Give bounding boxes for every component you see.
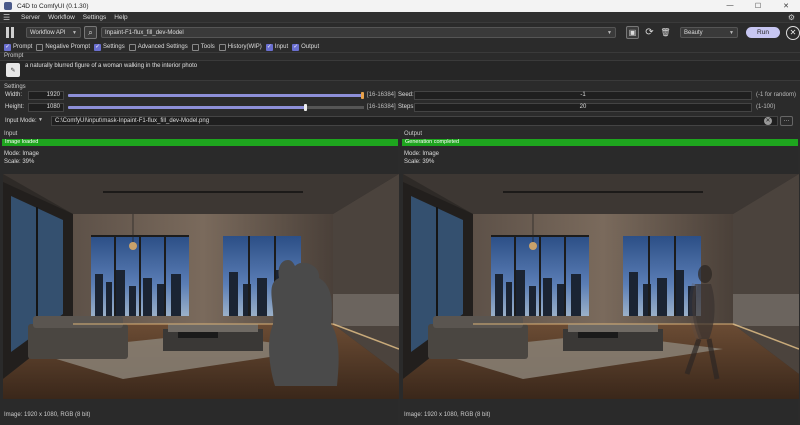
- seed-label: Seed:: [398, 92, 414, 98]
- height-slider-thumb[interactable]: [304, 104, 307, 111]
- width-input[interactable]: 1920: [28, 91, 64, 100]
- prompt-text: a naturally blurred figure of a woman wa…: [25, 63, 198, 69]
- width-range: [16-16384]: [367, 92, 396, 98]
- input-path-field[interactable]: C:\ComfyUI\input\mask-Inpaint-F1-flux_fi…: [51, 116, 778, 126]
- input-scale-text: Scale: 39%: [4, 159, 35, 165]
- app-icon: [4, 2, 12, 10]
- input-mode-text: Mode: Image: [4, 151, 40, 157]
- prompt-enhance-icon[interactable]: ✎: [6, 63, 20, 77]
- seed-hint: (-1 for random): [756, 92, 797, 98]
- checkbox-input[interactable]: ✓ Input: [265, 43, 289, 51]
- input-image[interactable]: [3, 174, 399, 399]
- folder-search-icon[interactable]: ⌕: [84, 26, 97, 39]
- refresh-icon[interactable]: ⟳: [643, 26, 656, 39]
- checkbox-box: [128, 43, 136, 51]
- checkbox-advanced-settings[interactable]: Advanced Settings: [128, 43, 188, 51]
- checkbox-label: Negative Prompt: [45, 44, 91, 50]
- width-slider[interactable]: [68, 92, 364, 99]
- output-panel: Output Generation completed Mode: Image …: [400, 130, 799, 425]
- checkbox-box: [218, 43, 226, 51]
- menu-help[interactable]: Help: [114, 14, 127, 21]
- close-window-button[interactable]: ✕: [772, 2, 800, 10]
- steps-label: Steps:: [398, 104, 416, 110]
- checkbox-label: Output: [301, 44, 320, 50]
- checkbox-label: Tools: [200, 44, 215, 50]
- checkbox-label: Advanced Settings: [137, 44, 188, 50]
- save-icon[interactable]: ▣: [626, 26, 639, 39]
- checkbox-label: Settings: [103, 44, 125, 50]
- workflow-name-value: Inpaint-F1-flux_fill_dev-Model: [105, 29, 184, 36]
- checkbox-box: ✓: [292, 43, 300, 51]
- settings-row-height: Height: 1080 [16-16384] Steps: 20 (1-100…: [0, 103, 800, 112]
- checkbox-box: [191, 43, 199, 51]
- gear-icon[interactable]: ⚙: [788, 13, 795, 22]
- window-title: C4D to ComfyUI (0.1.30): [17, 2, 89, 10]
- workflow-type-select[interactable]: Workflow API ▼: [26, 27, 81, 38]
- input-image-caption: Image: 1920 x 1080, RGB (8 bit): [4, 412, 91, 418]
- checkbox-label: Prompt: [13, 44, 33, 50]
- output-scale-text: Scale: 39%: [404, 159, 435, 165]
- output-panel-label: Output: [404, 131, 423, 137]
- clear-icon[interactable]: ✕: [764, 117, 772, 125]
- checkbox-tools[interactable]: Tools: [191, 43, 215, 51]
- dropdown-arrow-icon[interactable]: ▼: [38, 117, 43, 123]
- checkbox-prompt[interactable]: ✓ Prompt: [4, 43, 33, 51]
- dropdown-arrow-icon: ▼: [72, 29, 77, 36]
- toolbar: Workflow API ▼ ⌕ Inpaint-F1-flux_fill_de…: [0, 24, 800, 41]
- checkbox-settings[interactable]: ✓ Settings: [94, 43, 125, 51]
- dropdown-arrow-icon: ▼: [729, 29, 734, 36]
- window-titlebar: C4D to ComfyUI (0.1.30) — ☐ ✕: [0, 0, 800, 12]
- settings-section-label: Settings: [4, 84, 26, 90]
- checkbox-box: ✓: [94, 43, 102, 51]
- steps-hint: (1-100): [756, 104, 776, 110]
- preset-select[interactable]: Beauty ▼: [680, 27, 738, 38]
- prompt-section-label: Prompt: [4, 53, 24, 59]
- output-image[interactable]: [403, 174, 799, 399]
- pause-icon[interactable]: [4, 26, 16, 39]
- checkbox-box: ✓: [265, 43, 273, 51]
- trash-icon[interactable]: 🗑: [659, 26, 672, 39]
- checkbox-label: Input: [274, 44, 289, 50]
- height-label: Height:: [5, 104, 25, 110]
- input-mode-row: Input Mode: ▼ C:\ComfyUI\input\mask-Inpa…: [0, 115, 800, 127]
- height-input[interactable]: 1080: [28, 103, 64, 112]
- menubar: ☰ Server Workflow Settings Help ⚙: [0, 12, 800, 23]
- input-mode-label: Input Mode:: [5, 118, 37, 124]
- checkbox-box: ✓: [4, 43, 11, 51]
- view-toggles: ✓ Prompt Negative Prompt ✓ Settings Advanc…: [0, 42, 800, 53]
- height-slider[interactable]: [68, 104, 364, 111]
- hamburger-icon[interactable]: ☰: [3, 13, 13, 22]
- input-panel: Input Image loaded Mode: Image Scale: 39…: [0, 130, 399, 425]
- input-panel-label: Input: [4, 131, 18, 137]
- width-label: Width:: [5, 92, 23, 98]
- menu-settings[interactable]: Settings: [83, 14, 107, 21]
- output-status-bar: Generation completed: [402, 139, 798, 146]
- height-range: [16-16384]: [367, 104, 396, 110]
- width-slider-thumb[interactable]: [361, 92, 364, 99]
- close-circle-icon[interactable]: ✕: [786, 25, 800, 40]
- checkbox-label: History(WIP): [227, 44, 262, 50]
- input-status-bar: Image loaded: [2, 139, 398, 146]
- browse-button[interactable]: …: [780, 116, 793, 126]
- workflow-type-value: Workflow API: [30, 29, 66, 36]
- menu-workflow[interactable]: Workflow: [48, 14, 75, 21]
- workflow-name-select[interactable]: Inpaint-F1-flux_fill_dev-Model ▼: [101, 27, 616, 38]
- checkbox-negative-prompt[interactable]: Negative Prompt: [36, 43, 91, 51]
- seed-input[interactable]: -1: [414, 91, 752, 100]
- preset-value: Beauty: [684, 29, 703, 36]
- minimize-button[interactable]: —: [716, 2, 744, 10]
- dropdown-arrow-icon: ▼: [607, 29, 612, 36]
- settings-row-width: Width: 1920 [16-16384] Seed: -1 (-1 for …: [0, 91, 800, 100]
- output-image-caption: Image: 1920 x 1080, RGB (8 bit): [404, 412, 491, 418]
- checkbox-box: [36, 43, 44, 51]
- checkbox-output[interactable]: ✓ Output: [292, 43, 320, 51]
- checkbox-history[interactable]: History(WIP): [218, 43, 262, 51]
- menu-server[interactable]: Server: [21, 14, 40, 21]
- steps-input[interactable]: 20: [414, 103, 752, 112]
- run-button[interactable]: Run: [746, 27, 780, 38]
- output-mode-text: Mode: Image: [404, 151, 440, 157]
- maximize-button[interactable]: ☐: [744, 2, 772, 10]
